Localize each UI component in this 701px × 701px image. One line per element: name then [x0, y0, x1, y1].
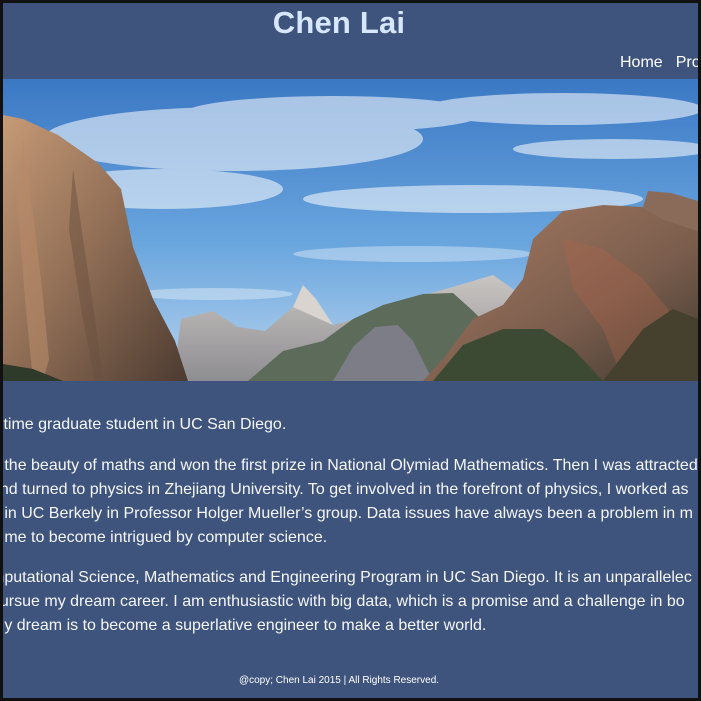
- footer-copyright: @copy; Chen Lai 2015 | All Rights Reserv…: [238, 675, 440, 686]
- bio-paragraph-3-line-1: mputational Science, Mathematics and Eng…: [0, 569, 692, 586]
- bio-paragraph-1-line-1: ll-time graduate student in UC San Diego…: [0, 416, 287, 433]
- bio-paragraph-1: ll-time graduate student in UC San Diego…: [0, 413, 698, 437]
- top-nav: Home Pro: [620, 54, 698, 72]
- nav-item-home[interactable]: Home: [620, 54, 663, 71]
- bio-paragraph-2: o the beauty of maths and won the first …: [0, 454, 698, 550]
- bio-paragraph-3-line-3: My dream is to become a superlative engi…: [0, 617, 487, 634]
- page-frame: Chen Lai Home Pro ll-time graduate stude…: [0, 0, 701, 701]
- site-title: Chen Lai: [272, 5, 406, 40]
- bio-paragraph-3-line-2: pursue my dream career. I am enthusiasti…: [0, 593, 685, 610]
- bio-paragraph-2-line-1: o the beauty of maths and won the first …: [0, 457, 698, 474]
- bio-content: ll-time graduate student in UC San Diego…: [0, 413, 698, 638]
- yosemite-landscape-illustration: [3, 79, 698, 381]
- hero-image: [3, 79, 698, 381]
- bio-paragraph-3: mputational Science, Mathematics and Eng…: [0, 566, 698, 638]
- bio-paragraph-2-line-3: n in UC Berkely in Professor Holger Muel…: [0, 505, 693, 522]
- nav-item-projects[interactable]: Pro: [676, 54, 698, 71]
- bio-paragraph-2-line-4: d me to become intrigued by computer sci…: [0, 529, 328, 546]
- bio-paragraph-2-line-2: and turned to physics in Zhejiang Univer…: [0, 481, 689, 498]
